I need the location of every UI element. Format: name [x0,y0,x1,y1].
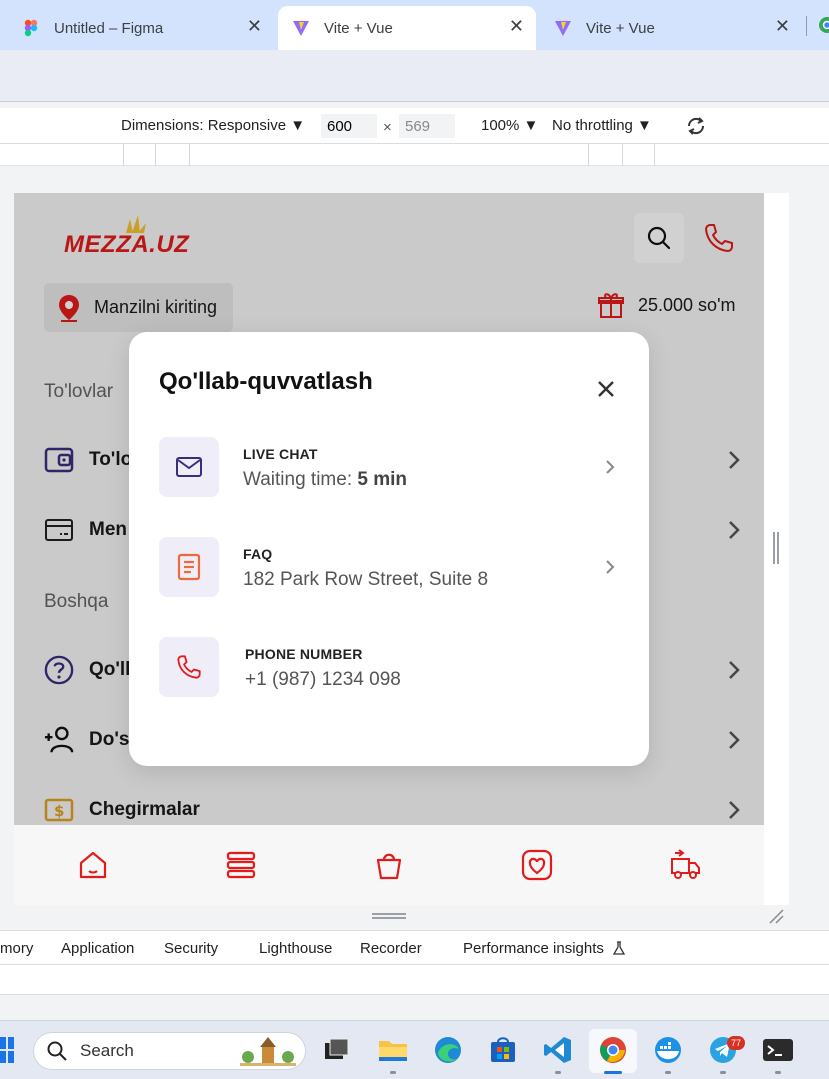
chrome-icon[interactable] [597,1034,629,1066]
search-highlight-illustration [240,1037,296,1066]
chevron-right-icon [606,560,615,574]
waiting-time-value: 5 min [357,469,408,490]
browser-tab-vite-active[interactable]: Vite + Vue ✕ [278,6,536,50]
support-item-value: 182 Park Row Street, Suite 8 [243,569,489,590]
viewport-resize-handle-right[interactable] [773,532,779,564]
delivery-icon[interactable] [669,849,701,881]
browser-tab-strip: Untitled – Figma ✕ Vite + Vue ✕ Vite + V… [0,0,829,50]
support-modal: Qo'llab-quvvatlash LIVE CHAT Waiting tim… [129,332,649,766]
taskbar-running-indicator [775,1071,781,1074]
rotate-icon[interactable] [684,114,708,138]
zoom-select[interactable]: 100% ▼ [481,117,538,134]
home-icon[interactable] [77,849,109,881]
zoom-label: 100% [481,117,520,134]
vite-icon [555,21,571,36]
figma-icon [24,19,38,37]
telegram-unread-badge: 77 [727,1036,745,1050]
docker-icon[interactable] [652,1034,684,1066]
viewport-resize-corner[interactable] [768,908,784,924]
close-icon[interactable] [595,378,617,400]
devtools-tab-application[interactable]: Application [61,940,134,957]
throttling-label: No throttling [552,117,633,134]
dimensions-select[interactable]: Dimensions: Responsive ▼ [121,117,305,134]
taskbar-running-indicator [665,1071,671,1074]
close-tab-icon[interactable]: ✕ [509,16,524,37]
support-item-label: FAQ [243,546,273,562]
support-faq[interactable]: FAQ 182 Park Row Street, Suite 8 [159,537,619,597]
devtools-tab-memory[interactable]: mory [0,940,33,957]
taskbar-search-placeholder: Search [80,1041,134,1060]
bag-icon[interactable] [373,849,405,881]
tab-title: Vite + Vue [586,19,655,37]
app-viewport: MEZZA.UZ Manzilni kiriting 25.000 so'm T… [14,193,764,905]
devtools-panel [0,965,829,995]
windows-taskbar: Search [0,1020,829,1079]
tab-label: Performance insights [463,940,604,957]
edge-icon[interactable] [432,1034,464,1066]
browser-tab-figma[interactable]: Untitled – Figma ✕ [8,6,274,50]
mail-icon [159,437,219,497]
support-item-label: PHONE NUMBER [245,646,363,662]
microsoft-store-icon[interactable] [487,1034,519,1066]
waiting-time-prefix: Waiting time: [243,469,358,490]
tab-title: Vite + Vue [324,19,393,37]
dimension-times: × [383,119,392,136]
dimensions-label: Dimensions: Responsive [121,117,287,134]
taskbar-running-indicator [390,1071,396,1074]
terminal-icon[interactable] [762,1034,794,1066]
support-item-value: Waiting time: 5 min [243,469,407,491]
windows-start-icon[interactable] [0,1037,14,1065]
address-bar-area [0,50,829,102]
taskbar-search[interactable]: Search [33,1032,306,1070]
menu-icon[interactable] [225,849,257,881]
chrome-icon[interactable] [818,16,829,34]
support-item-label: LIVE CHAT [243,446,318,462]
close-tab-icon[interactable]: ✕ [775,16,790,37]
modal-title: Qo'llab-quvvatlash [159,368,373,395]
support-phone[interactable]: PHONE NUMBER +1 (987) 1234 098 [159,637,619,697]
task-view-icon[interactable] [321,1034,353,1066]
tab-title: Untitled – Figma [54,19,164,37]
width-input[interactable] [321,114,377,138]
media-query-ruler [0,144,829,166]
support-item-value: +1 (987) 1234 098 [245,669,401,690]
document-icon [159,537,219,597]
file-explorer-icon[interactable] [377,1034,409,1066]
vite-icon [293,21,309,36]
close-tab-icon[interactable]: ✕ [247,16,262,37]
devtools-tab-security[interactable]: Security [164,940,218,957]
devtools-tabs: mory Application Security Lighthouse Rec… [0,930,829,965]
taskbar-active-indicator [604,1071,622,1074]
viewport-resize-handle-bottom[interactable] [372,913,406,919]
support-live-chat[interactable]: LIVE CHAT Waiting time: 5 min [159,437,619,497]
heart-icon[interactable] [521,849,553,881]
tab-separator [806,16,807,36]
browser-tab-vite[interactable]: Vite + Vue ✕ [540,6,802,50]
taskbar-running-indicator [555,1071,561,1074]
phone-icon [159,637,219,697]
search-icon [47,1041,67,1061]
devtools-tab-lighthouse[interactable]: Lighthouse [259,940,332,957]
throttling-select[interactable]: No throttling ▼ [552,117,652,134]
vscode-icon[interactable] [542,1034,574,1066]
bottom-navigation [14,825,764,905]
devtools-tab-recorder[interactable]: Recorder [360,940,422,957]
height-input[interactable] [399,114,455,138]
flask-icon [612,941,626,955]
devtools-tab-performance-insights[interactable]: Performance insights [463,940,626,957]
chevron-right-icon [606,460,615,474]
taskbar-running-indicator [720,1071,726,1074]
